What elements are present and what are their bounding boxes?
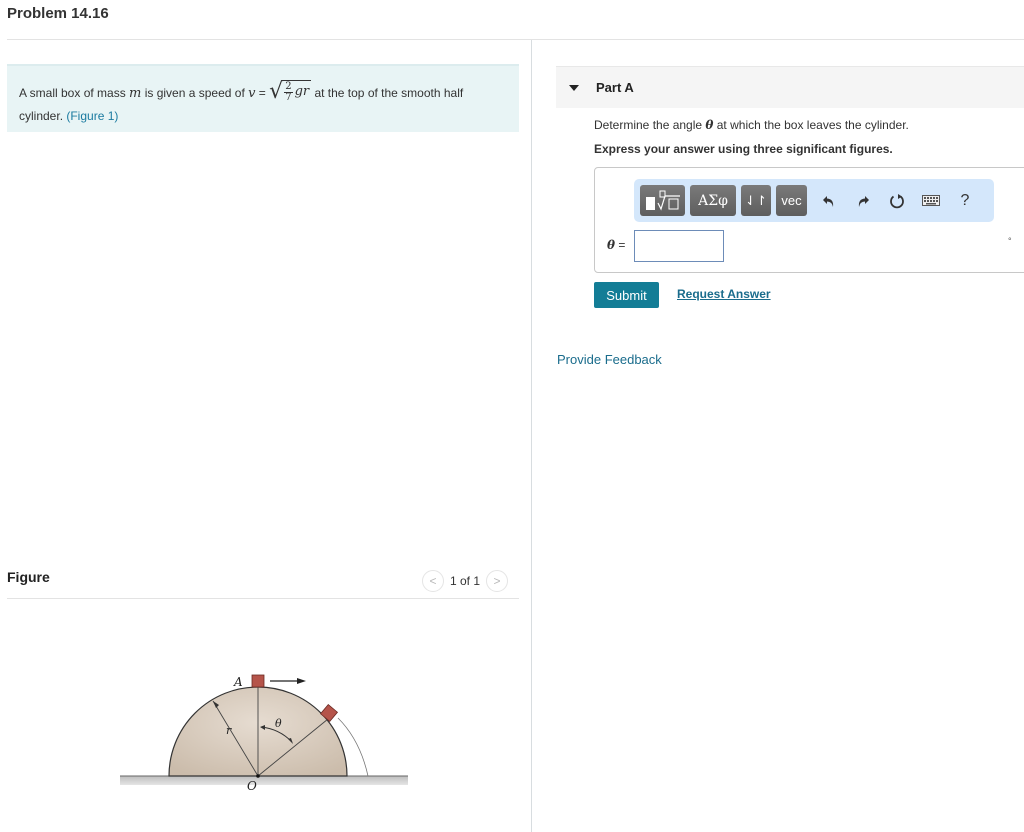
equals-sign: = [615, 238, 626, 252]
answer-input[interactable] [634, 230, 724, 262]
problem-title: Problem 14.16 [7, 5, 109, 22]
header-divider [7, 39, 1024, 40]
center-point [256, 774, 260, 778]
question-text-part: at which the box leaves the cylinder. [713, 118, 909, 132]
g-r-symbols: gr [294, 84, 310, 100]
figure-link[interactable]: (Figure 1) [66, 109, 118, 123]
figure-heading: Figure [7, 569, 50, 585]
sqrt-radical: √ [269, 79, 284, 105]
math-toolbar: ΑΣφ ⇃↾ vec ? [634, 179, 994, 222]
fraction-denominator: 7 [285, 91, 292, 103]
speed-formula: √ 2 7 gr [269, 79, 312, 105]
answer-panel: ΑΣφ ⇃↾ vec ? θ = ° [594, 167, 1024, 273]
label-r: r [226, 724, 232, 737]
greek-symbols-button[interactable]: ΑΣφ [690, 185, 736, 216]
answer-variable-label: θ = [607, 238, 625, 252]
degree-unit: ° [1008, 236, 1012, 246]
redo-icon [858, 195, 869, 207]
vector-button[interactable]: vec [776, 185, 807, 216]
figure-diagram: A r θ O [120, 674, 408, 793]
instruction-text: Express your answer using three signific… [594, 142, 893, 156]
templates-button[interactable] [640, 185, 685, 216]
theta-symbol: θ [607, 238, 616, 252]
statement-text: A small box of mass [19, 86, 130, 100]
reset-button[interactable] [880, 185, 914, 216]
statement-text: is given a speed of [141, 86, 249, 100]
part-a-header[interactable]: Part A [556, 66, 1024, 108]
undo-button[interactable] [812, 185, 846, 216]
prev-figure-button[interactable]: < [422, 570, 444, 592]
undo-icon [823, 195, 834, 207]
caret-down-icon [569, 84, 579, 91]
request-answer-link[interactable]: Request Answer [677, 287, 771, 301]
box-at-A [251, 674, 265, 688]
next-figure-button[interactable]: > [486, 570, 509, 592]
submit-button[interactable]: Submit [594, 282, 659, 308]
mass-symbol: m [129, 86, 142, 101]
question-text: Determine the angle θ at which the box l… [594, 118, 909, 132]
templates-icon [645, 190, 680, 211]
redo-button[interactable] [846, 185, 880, 216]
reset-icon [890, 193, 904, 208]
statement-text: at the top of the smooth half [311, 86, 464, 100]
label-theta: θ [275, 717, 282, 730]
subscript-superscript-button[interactable]: ⇃↾ [741, 185, 771, 216]
figure-page-indicator: 1 of 1 [450, 574, 481, 588]
label-A: A [233, 675, 243, 689]
ground [120, 776, 408, 785]
question-text-part: Determine the angle [594, 118, 706, 132]
problem-statement: A small box of mass m is given a speed o… [7, 64, 519, 132]
figure-divider [7, 598, 519, 599]
column-divider [531, 40, 532, 832]
velocity-arrowhead [297, 678, 306, 684]
keyboard-icon [922, 195, 940, 206]
fraction: 27 [284, 81, 293, 103]
label-O: O [247, 779, 257, 793]
figure-pager: < 1 of 1 > [422, 570, 509, 592]
chevron-left-icon: < [429, 574, 437, 588]
keyboard-button[interactable] [914, 185, 948, 216]
chevron-right-icon: > [493, 574, 501, 588]
help-button[interactable]: ? [948, 185, 982, 216]
provide-feedback-link[interactable]: Provide Feedback [557, 352, 662, 367]
equals-sign: = [255, 86, 270, 100]
part-title: Part A [596, 80, 634, 95]
statement-text: cylinder. [19, 109, 67, 124]
